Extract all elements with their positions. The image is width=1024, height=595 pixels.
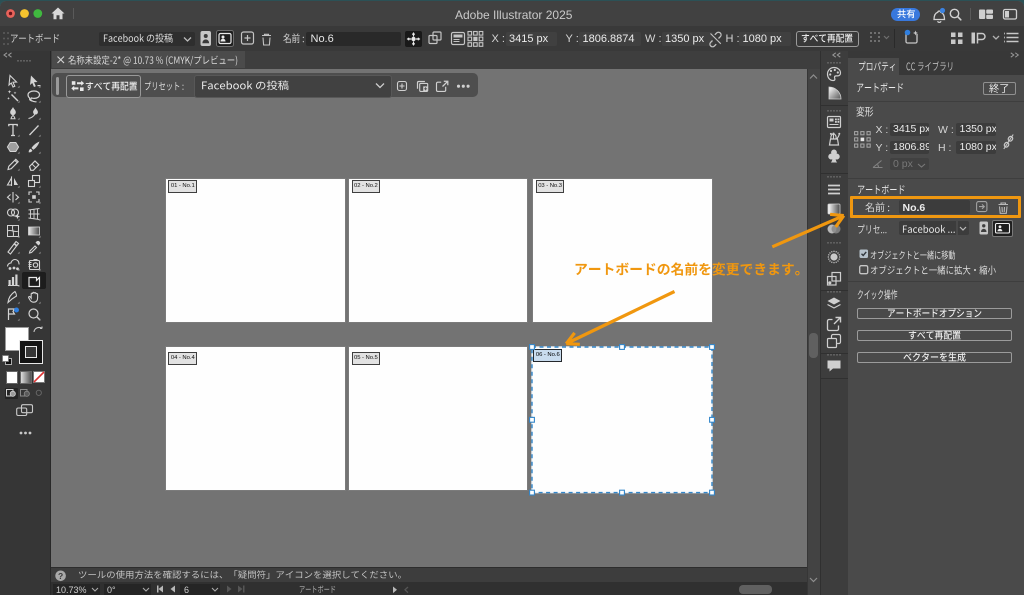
svg-text:?: ? bbox=[58, 570, 63, 580]
